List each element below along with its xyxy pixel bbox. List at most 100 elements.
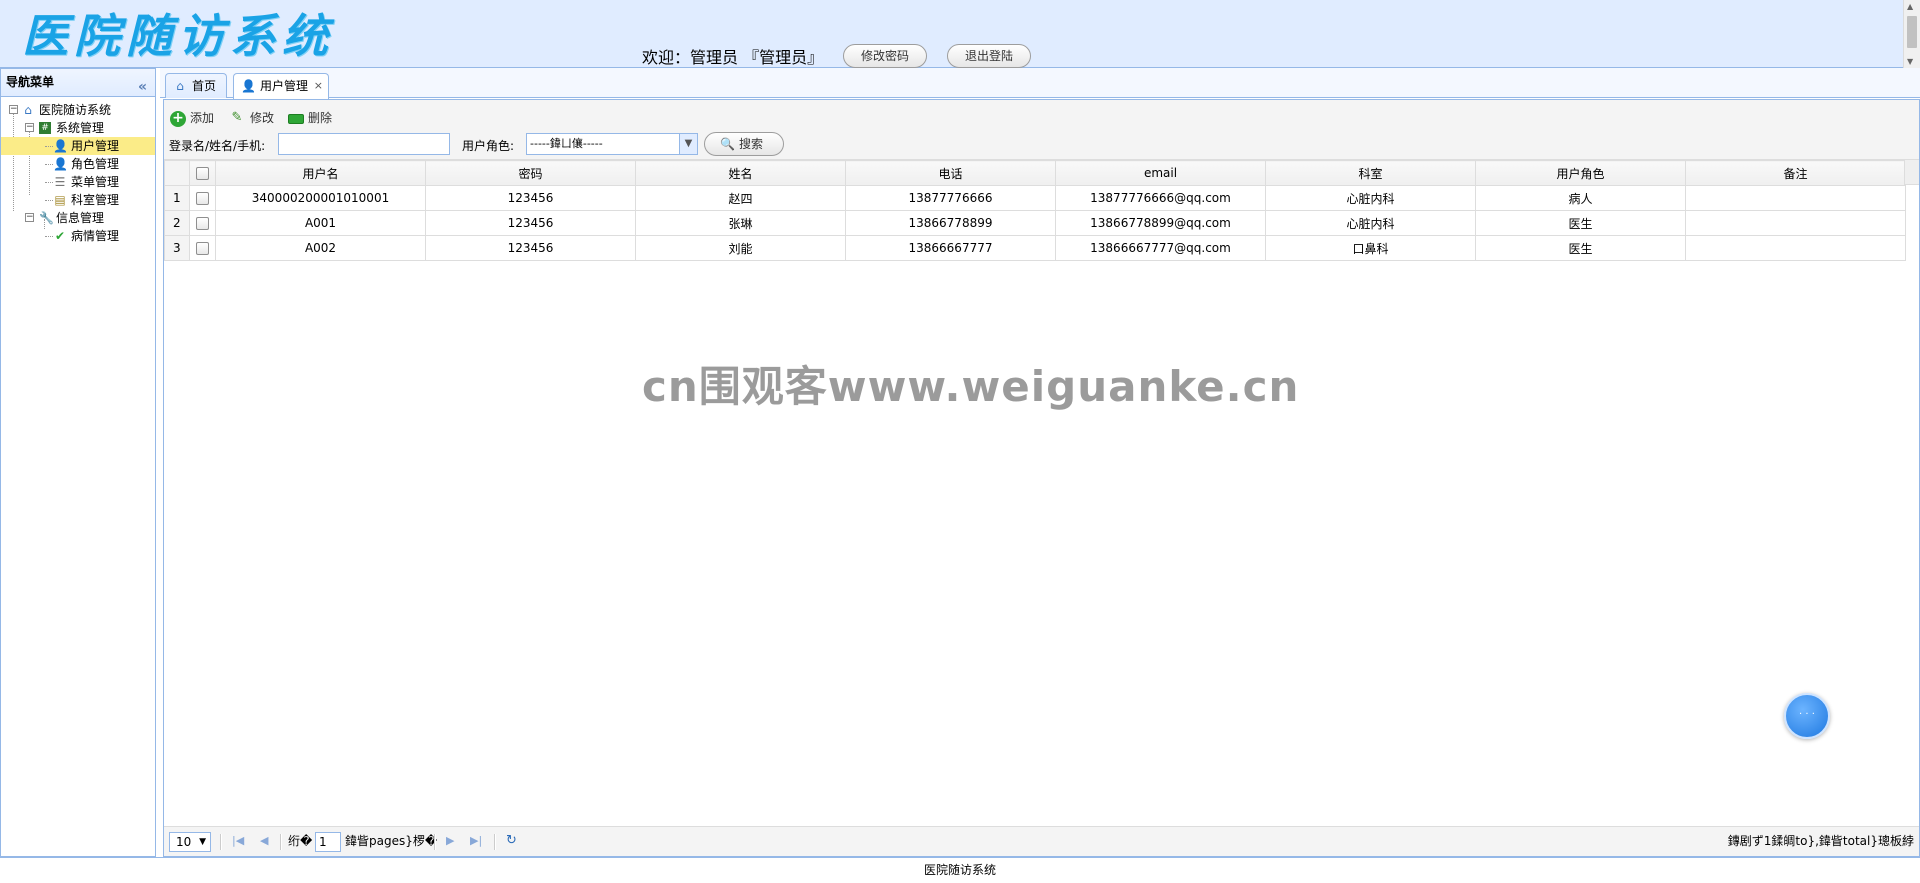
tab-user-mgmt[interactable]: 👤 用户管理 × <box>233 73 329 99</box>
nav-panel-title: 导航菜单 <box>6 75 55 89</box>
floating-assistant-button[interactable]: · · · <box>1784 693 1830 739</box>
tree-node-user-mgmt[interactable]: 👤 用户管理 <box>1 137 155 155</box>
search-button[interactable]: 🔍 搜索 <box>704 132 784 156</box>
tree-node-condition-mgmt[interactable]: ✔ 病情管理 <box>1 227 155 245</box>
nav-panel: 导航菜单 « − ⌂ 医院随访系统 − # 系统管理 👤 用户管理 👤 角色管理 <box>0 68 156 857</box>
cell-password: 123456 <box>425 185 636 211</box>
collapse-toggle-icon[interactable]: − <box>25 123 34 132</box>
chevron-down-icon[interactable]: ▼ <box>679 134 697 154</box>
table-row[interactable]: 3 A002 123456 刘能 13866667777 13866667777… <box>164 235 1906 261</box>
tree-node-dept-mgmt[interactable]: ▤ 科室管理 <box>1 191 155 209</box>
tree-node-role-mgmt[interactable]: 👤 角色管理 <box>1 155 155 173</box>
tab-bar: ⌂ 首页 👤 用户管理 × <box>160 68 1920 99</box>
collapse-toggle-icon[interactable]: − <box>9 105 18 114</box>
first-page-icon[interactable]: |◀ <box>232 827 244 855</box>
pager-separator <box>280 834 282 850</box>
main-area: ⌂ 首页 👤 用户管理 × + 添加 ✎ 修改 删除 登录名/姓名/手机: 用户… <box>160 68 1920 857</box>
page-scrollbar[interactable]: ▲ ▼ <box>1903 0 1920 68</box>
refresh-icon[interactable]: ↻ <box>506 827 517 855</box>
footer: 医院随访系统 <box>0 857 1920 883</box>
pager-separator <box>494 834 496 850</box>
row-checkbox[interactable] <box>196 242 209 255</box>
minus-icon <box>288 114 304 124</box>
collapse-toggle-icon[interactable]: − <box>25 213 34 222</box>
select-all-checkbox[interactable] <box>196 167 209 180</box>
role-label: 用户角色: <box>462 139 515 153</box>
toolbar: + 添加 ✎ 修改 删除 登录名/姓名/手机: 用户角色: -----鍏ㄩ儴--… <box>164 100 1919 160</box>
cell-role: 病人 <box>1475 185 1686 211</box>
close-icon[interactable]: × <box>314 74 323 98</box>
cell-password: 123456 <box>425 235 636 261</box>
table-row[interactable]: 2 A001 123456 张琳 13866778899 13866778899… <box>164 210 1906 236</box>
cell-note <box>1685 210 1906 236</box>
row-number: 1 <box>164 185 190 211</box>
prev-page-icon[interactable]: ◀ <box>260 827 268 855</box>
nav-panel-header: 导航菜单 « <box>1 69 155 97</box>
cell-username: A001 <box>215 210 426 236</box>
welcome-text: 欢迎：管理员 『管理员』 <box>642 48 824 67</box>
app-logo: 医院随访系统 <box>22 9 334 63</box>
cell-email: 13866667777@qq.com <box>1055 235 1266 261</box>
row-checkbox-cell[interactable] <box>189 210 216 236</box>
column-header[interactable]: 科室 <box>1265 160 1476 186</box>
tree-node-info-mgmt[interactable]: − 🔧 信息管理 <box>1 209 155 227</box>
next-page-icon[interactable]: ▶ <box>446 827 454 855</box>
edit-button[interactable]: ✎ 修改 <box>230 108 274 128</box>
row-number: 3 <box>164 235 190 261</box>
scroll-down-icon[interactable]: ▼ <box>1907 57 1913 66</box>
cell-name: 刘能 <box>635 235 846 261</box>
tree-node-root[interactable]: − ⌂ 医院随访系统 <box>1 101 155 119</box>
cell-phone: 13866778899 <box>845 210 1056 236</box>
cell-name: 赵四 <box>635 185 846 211</box>
scroll-up-icon[interactable]: ▲ <box>1907 2 1913 11</box>
system-icon: # <box>39 122 51 134</box>
tree-node-system-mgmt[interactable]: − # 系统管理 <box>1 119 155 137</box>
cell-name: 张琳 <box>635 210 846 236</box>
change-password-button[interactable]: 修改密码 <box>843 44 927 68</box>
row-checkbox-cell[interactable] <box>189 235 216 261</box>
table-row[interactable]: 1 340000200001010001 123456 赵四 138777766… <box>164 185 1906 211</box>
document-icon: ▤ <box>54 193 66 207</box>
cell-username: A002 <box>215 235 426 261</box>
cell-phone: 13877776666 <box>845 185 1056 211</box>
role-select[interactable]: -----鍏ㄩ儴----- ▼ <box>526 133 698 155</box>
chevron-down-icon: ▼ <box>199 837 206 847</box>
page-number-input[interactable]: 1 <box>315 832 341 852</box>
column-header[interactable]: 用户角色 <box>1475 160 1686 186</box>
column-header[interactable]: 备注 <box>1685 160 1906 186</box>
tab-home[interactable]: ⌂ 首页 <box>165 73 227 98</box>
cell-email: 13866778899@qq.com <box>1055 210 1266 236</box>
column-header[interactable]: 密码 <box>425 160 636 186</box>
role-icon: 👤 <box>53 157 68 171</box>
select-all-checkbox-cell[interactable] <box>189 160 216 186</box>
row-checkbox-cell[interactable] <box>189 185 216 211</box>
page-size-select[interactable]: 10 ▼ <box>169 832 211 852</box>
last-page-icon[interactable]: ▶| <box>470 827 482 855</box>
check-icon: ✔ <box>54 229 66 243</box>
add-button[interactable]: + 添加 <box>170 108 214 128</box>
row-checkbox[interactable] <box>196 217 209 230</box>
grid-header-row: 用户名 密码 姓名 电话 email 科室 用户角色 备注 <box>164 160 1906 186</box>
user-icon: 👤 <box>53 139 68 153</box>
column-header[interactable]: 电话 <box>845 160 1056 186</box>
pager-info: 鏄剧ず1鍒皗to},鍏眥total}璁板綍 <box>1727 834 1914 848</box>
scrollbar-thumb[interactable] <box>1907 16 1917 48</box>
logout-button[interactable]: 退出登陆 <box>947 44 1031 68</box>
column-header[interactable]: 姓名 <box>635 160 846 186</box>
cell-username: 340000200001010001 <box>215 185 426 211</box>
nav-tree: − ⌂ 医院随访系统 − # 系统管理 👤 用户管理 👤 角色管理 ☰ 菜单管理… <box>1 97 155 245</box>
search-input[interactable] <box>278 133 450 155</box>
column-header[interactable]: email <box>1055 160 1266 186</box>
cell-note <box>1685 235 1906 261</box>
search-icon: 🔍 <box>720 137 735 151</box>
row-number-header <box>164 160 190 186</box>
column-header[interactable]: 用户名 <box>215 160 426 186</box>
tree-node-menu-mgmt[interactable]: ☰ 菜单管理 <box>1 173 155 191</box>
cell-dept: 口鼻科 <box>1265 235 1476 261</box>
row-checkbox[interactable] <box>196 192 209 205</box>
grid-header-scroll-gap <box>1904 160 1919 185</box>
cell-dept: 心脏内科 <box>1265 210 1476 236</box>
dots-icon: · · · <box>1799 709 1815 720</box>
delete-button[interactable]: 删除 <box>288 108 332 128</box>
home-icon: ⌂ <box>176 79 184 93</box>
